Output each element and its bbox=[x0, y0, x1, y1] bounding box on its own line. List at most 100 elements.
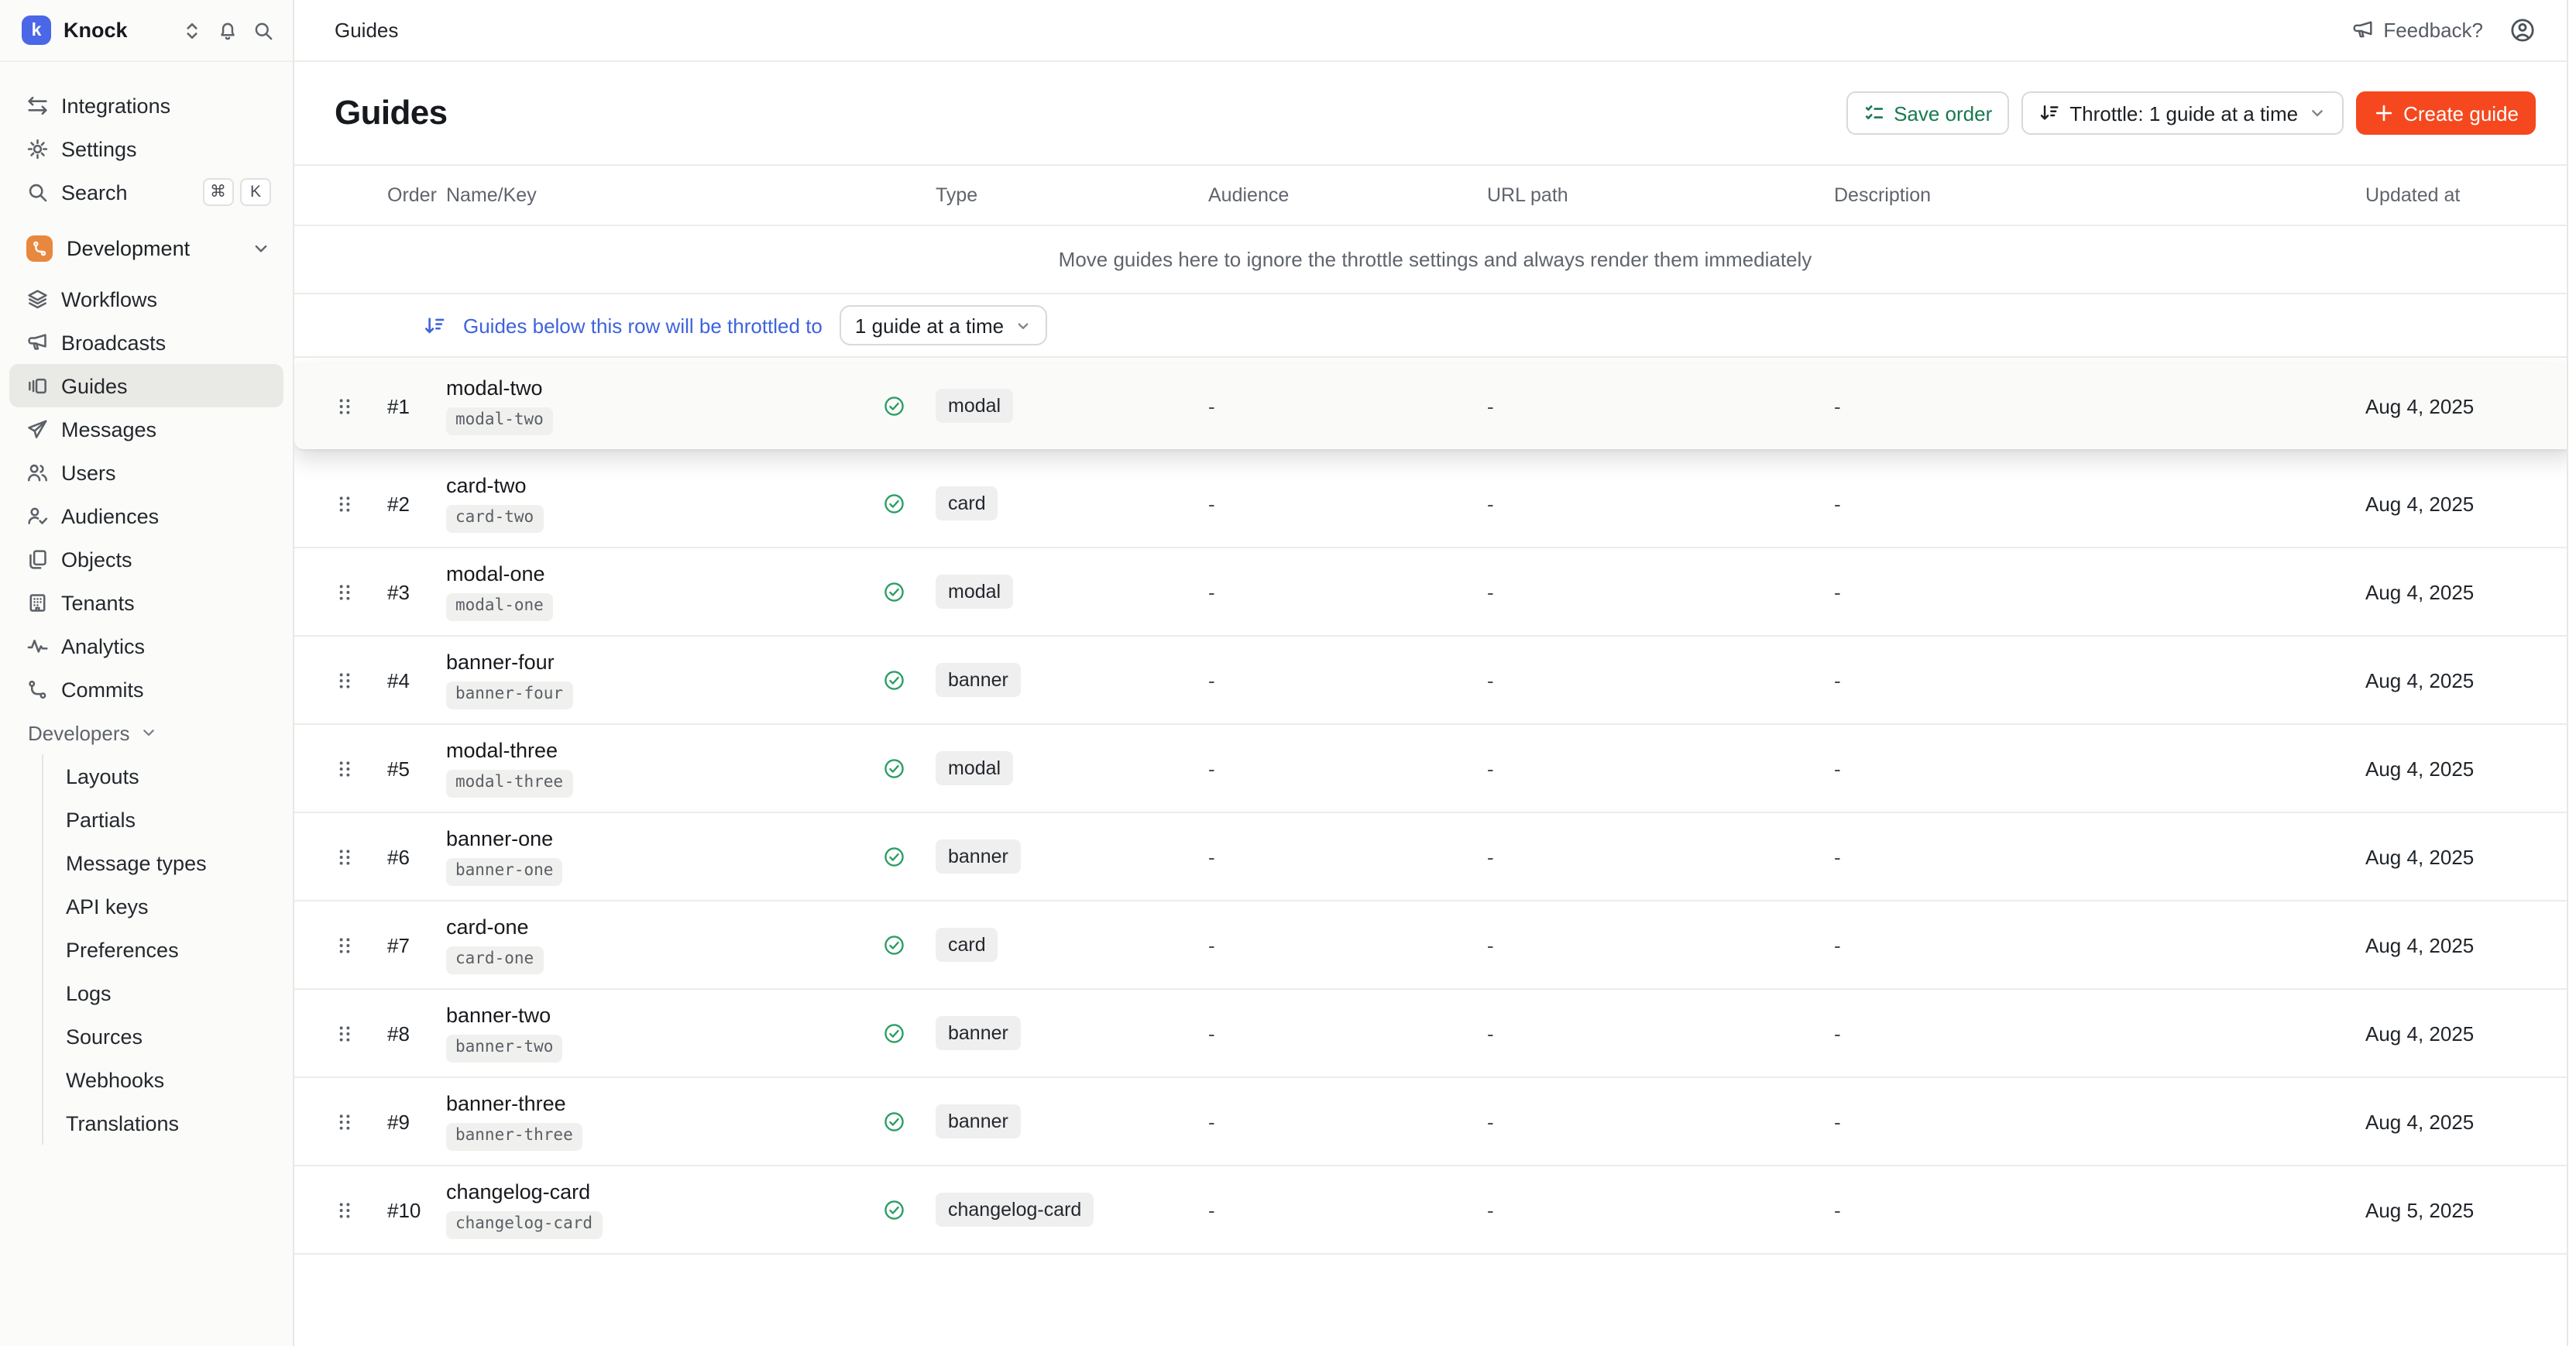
sidebar-item-webhooks[interactable]: Webhooks bbox=[43, 1058, 283, 1101]
type-cell: banner bbox=[936, 1016, 1208, 1050]
sidebar-item-label: Tenants bbox=[61, 591, 135, 614]
sidebar-item-label: Objects bbox=[61, 548, 132, 571]
guide-row[interactable]: #9banner-threebanner-threebanner---Aug 4… bbox=[294, 1078, 2576, 1166]
guide-row[interactable]: #10changelog-cardchangelog-cardchangelog… bbox=[294, 1166, 2576, 1255]
sidebar-item-message-types[interactable]: Message types bbox=[43, 841, 283, 884]
sidebar-item-guides[interactable]: Guides bbox=[9, 364, 283, 407]
audience-cell: - bbox=[1208, 1198, 1487, 1221]
type-badge: modal bbox=[936, 389, 1013, 423]
updated-at-cell: Aug 5, 2025 bbox=[2365, 1198, 2548, 1221]
keyboard-shortcut: ⌘K bbox=[202, 178, 271, 206]
guide-row[interactable]: #3modal-onemodal-onemodal---Aug 4, 2025 bbox=[294, 548, 2576, 637]
description-cell: - bbox=[1834, 1198, 2365, 1221]
guide-row[interactable]: #6banner-onebanner-onebanner---Aug 4, 20… bbox=[294, 813, 2576, 901]
guide-row[interactable]: #1modal-twomodal-twomodal---Aug 4, 2025 bbox=[294, 362, 2576, 449]
users-icon bbox=[26, 462, 49, 484]
create-guide-button[interactable]: Create guide bbox=[2355, 91, 2536, 135]
drag-handle-icon[interactable] bbox=[335, 670, 355, 690]
type-cell: card bbox=[936, 486, 1208, 520]
sidebar-item-search[interactable]: Search⌘K bbox=[9, 170, 283, 214]
type-badge: banner bbox=[936, 1016, 1021, 1050]
sidebar-section-developers[interactable]: Developers bbox=[9, 711, 283, 754]
sidebar-item-label: Translations bbox=[66, 1111, 179, 1135]
sidebar-item-label: Logs bbox=[66, 981, 112, 1004]
drag-handle-icon[interactable] bbox=[335, 1023, 355, 1043]
drag-handle-icon[interactable] bbox=[335, 493, 355, 513]
sidebar-item-analytics[interactable]: Analytics bbox=[9, 624, 283, 668]
sidebar-item-logs[interactable]: Logs bbox=[43, 971, 283, 1015]
sidebar-item-audiences[interactable]: Audiences bbox=[9, 494, 283, 537]
main-content: Guides Save order Throttle: 1 guide at a… bbox=[294, 62, 2576, 1346]
sidebar-item-workflows[interactable]: Workflows bbox=[9, 277, 283, 321]
sidebar-item-partials[interactable]: Partials bbox=[43, 798, 283, 841]
drag-handle-icon[interactable] bbox=[335, 935, 355, 955]
sidebar-item-preferences[interactable]: Preferences bbox=[43, 928, 283, 971]
throttle-value: 1 guide at a time bbox=[855, 314, 1004, 337]
megaphone-icon bbox=[2351, 19, 2374, 42]
sidebar-item-broadcasts[interactable]: Broadcasts bbox=[9, 321, 283, 364]
drag-handle-icon[interactable] bbox=[335, 758, 355, 778]
type-cell: banner bbox=[936, 840, 1208, 874]
drag-handle-icon[interactable] bbox=[335, 1111, 355, 1131]
sidebar-item-label: Workflows bbox=[61, 287, 157, 311]
notifications-bell-icon[interactable] bbox=[217, 19, 239, 41]
keycap: ⌘ bbox=[202, 178, 234, 206]
search-icon bbox=[26, 181, 49, 204]
sidebar-item-integrations[interactable]: Integrations bbox=[9, 84, 283, 127]
guide-name: card-one bbox=[446, 915, 529, 939]
analytics-icon bbox=[26, 635, 49, 658]
guide-name: banner-two bbox=[446, 1004, 551, 1027]
sidebar-nav: IntegrationsSettingsSearch⌘K Development… bbox=[0, 62, 293, 1145]
throttle-value-dropdown[interactable]: 1 guide at a time bbox=[840, 305, 1047, 345]
drag-handle-icon[interactable] bbox=[335, 582, 355, 602]
scrollbar-track[interactable] bbox=[2567, 0, 2576, 1346]
guide-row[interactable]: #5modal-threemodal-threemodal---Aug 4, 2… bbox=[294, 725, 2576, 813]
name-key-cell: banner-fourbanner-four bbox=[446, 651, 883, 709]
gear-icon bbox=[26, 138, 49, 160]
status-active-icon bbox=[883, 669, 905, 692]
sidebar-item-layouts[interactable]: Layouts bbox=[43, 754, 283, 798]
sidebar-item-label: Messages bbox=[61, 417, 156, 441]
sidebar-item-objects[interactable]: Objects bbox=[9, 537, 283, 581]
guide-key-badge: banner-three bbox=[446, 1123, 582, 1151]
account-avatar-icon[interactable] bbox=[2509, 17, 2536, 43]
guide-row[interactable]: #7card-onecard-onecard---Aug 4, 2025 bbox=[294, 901, 2576, 990]
sidebar-item-settings[interactable]: Settings bbox=[9, 127, 283, 170]
sidebar-item-commits[interactable]: Commits bbox=[9, 668, 283, 711]
drag-handle-icon[interactable] bbox=[335, 1200, 355, 1220]
sidebar-item-translations[interactable]: Translations bbox=[43, 1101, 283, 1145]
sidebar-item-users[interactable]: Users bbox=[9, 451, 283, 494]
description-cell: - bbox=[1834, 492, 2365, 515]
throttle-dropdown[interactable]: Throttle: 1 guide at a time bbox=[2021, 91, 2343, 135]
environment-switcher[interactable]: Development bbox=[9, 226, 283, 270]
type-cell: banner bbox=[936, 1104, 1208, 1138]
status-active-icon bbox=[883, 1199, 905, 1221]
type-cell: card bbox=[936, 928, 1208, 962]
environment-label: Development bbox=[67, 236, 190, 259]
sidebar-item-messages[interactable]: Messages bbox=[9, 407, 283, 451]
guide-row[interactable]: #4banner-fourbanner-fourbanner---Aug 4, … bbox=[294, 637, 2576, 725]
drag-handle-icon[interactable] bbox=[335, 846, 355, 867]
workspace-selector-icon[interactable] bbox=[181, 19, 203, 41]
guide-row[interactable]: #2card-twocard-twocard---Aug 4, 2025 bbox=[294, 460, 2576, 548]
url-path-cell: - bbox=[1487, 757, 1834, 780]
guide-row[interactable]: #8banner-twobanner-twobanner---Aug 4, 20… bbox=[294, 990, 2576, 1078]
sidebar-item-label: Layouts bbox=[66, 764, 139, 788]
audience-cell: - bbox=[1208, 933, 1487, 956]
url-path-cell: - bbox=[1487, 933, 1834, 956]
throttle-label: Throttle: 1 guide at a time bbox=[2069, 101, 2298, 125]
search-icon[interactable] bbox=[252, 19, 274, 41]
updated-at-cell: Aug 4, 2025 bbox=[2365, 580, 2548, 603]
feedback-button[interactable]: Feedback? bbox=[2351, 19, 2483, 42]
sidebar-item-tenants[interactable]: Tenants bbox=[9, 581, 283, 624]
drag-handle-icon[interactable] bbox=[335, 396, 355, 416]
sidebar-main-list: Workflows BroadcastsGuides Messages UsersAu… bbox=[9, 277, 283, 711]
save-order-button[interactable]: Save order bbox=[1846, 91, 2009, 135]
type-badge: changelog-card bbox=[936, 1193, 1094, 1227]
sidebar-item-sources[interactable]: Sources bbox=[43, 1015, 283, 1058]
unthrottled-drop-zone[interactable]: Move guides here to ignore the throttle … bbox=[294, 226, 2576, 294]
guide-name: changelog-card bbox=[446, 1180, 590, 1204]
sidebar-item-api-keys[interactable]: API keys bbox=[43, 884, 283, 928]
audience-cell: - bbox=[1208, 757, 1487, 780]
type-cell: modal bbox=[936, 389, 1208, 423]
